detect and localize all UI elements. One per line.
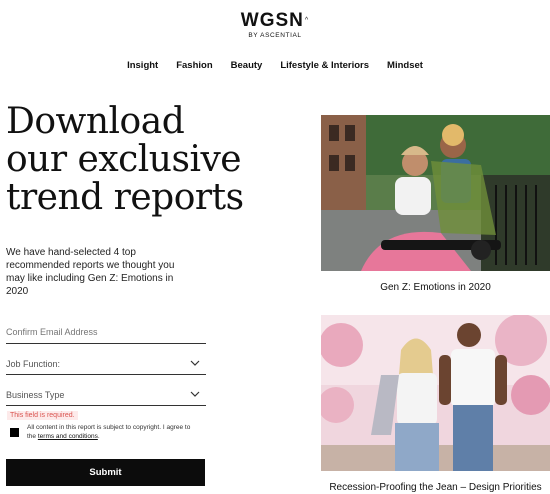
page-title: Download our exclusive trend reports xyxy=(6,103,306,217)
title-line-2: our exclusive xyxy=(6,139,242,180)
gen-z-photo xyxy=(321,115,550,271)
report-image-jean[interactable] xyxy=(321,315,550,471)
consent-end: . xyxy=(97,433,100,440)
title-line-3: trend reports xyxy=(6,177,244,218)
wgsn-logo[interactable]: WGSN^ BY ASCENTIAL xyxy=(0,10,550,40)
title-line-1: Download xyxy=(6,101,185,142)
consent-text: All content in this report is subject to… xyxy=(27,423,197,441)
report-image-gen-z[interactable] xyxy=(321,115,550,271)
business-type-label: Business Type xyxy=(6,390,65,400)
nav-fashion[interactable]: Fashion xyxy=(176,60,212,71)
job-function-select[interactable]: Job Function: xyxy=(6,352,206,375)
nav-mindset[interactable]: Mindset xyxy=(387,60,423,71)
nav-insight[interactable]: Insight xyxy=(127,60,158,71)
field-error-message: This field is required. xyxy=(7,411,78,420)
terms-checkbox[interactable] xyxy=(10,428,19,437)
report-caption-jean[interactable]: Recession-Proofing the Jean – Design Pri… xyxy=(321,482,550,493)
business-type-select[interactable]: Business Type xyxy=(6,383,206,406)
job-function-label: Job Function: xyxy=(6,359,61,369)
chevron-down-icon xyxy=(190,360,200,366)
jean-report-photo xyxy=(321,315,550,471)
submit-button[interactable]: Submit xyxy=(6,459,205,486)
nav-beauty[interactable]: Beauty xyxy=(231,60,263,71)
logo-mark: ^ xyxy=(304,17,310,24)
email-field[interactable] xyxy=(6,321,206,344)
report-caption-gen-z[interactable]: Gen Z: Emotions in 2020 xyxy=(321,282,550,293)
chevron-down-icon xyxy=(190,391,200,397)
logo-brand: WGSN xyxy=(240,10,304,31)
intro-description: We have hand-selected 4 top recommended … xyxy=(6,247,175,297)
main-nav: Insight Fashion Beauty Lifestyle & Inter… xyxy=(0,60,550,71)
nav-lifestyle-interiors[interactable]: Lifestyle & Interiors xyxy=(280,60,369,71)
logo-subtitle: BY ASCENTIAL xyxy=(248,32,302,39)
terms-link[interactable]: terms and conditions xyxy=(38,433,98,440)
